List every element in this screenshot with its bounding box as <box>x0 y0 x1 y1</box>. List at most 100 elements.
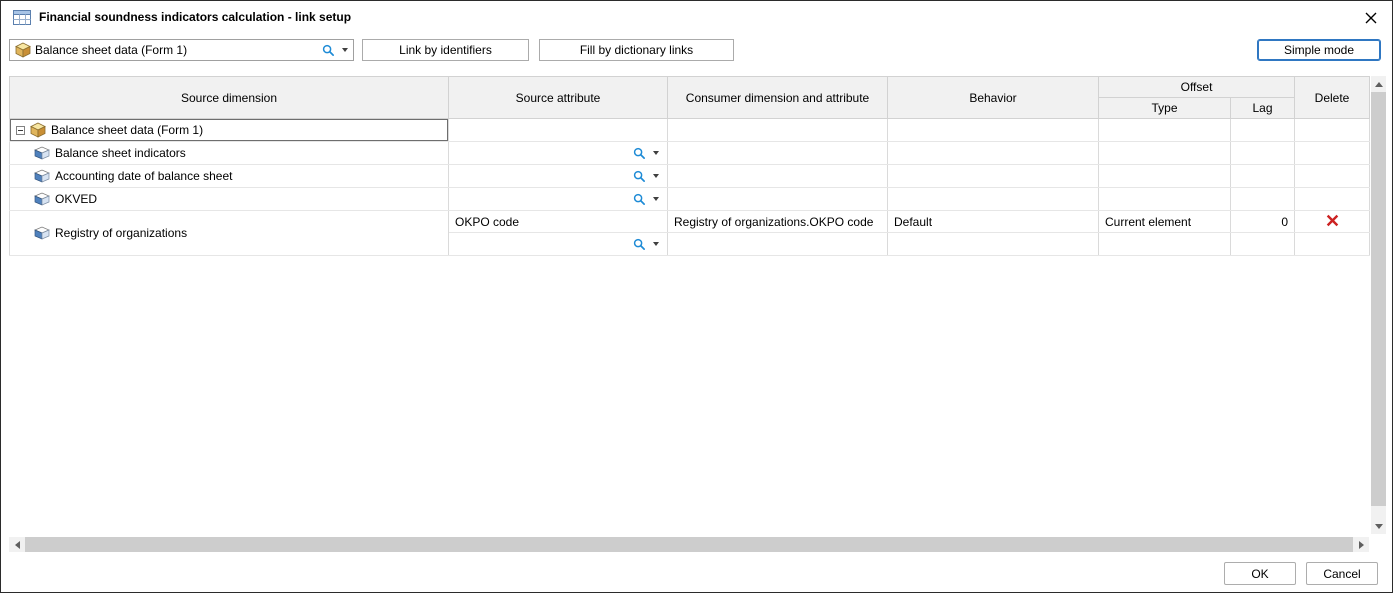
links-grid-container: Source dimension Source attribute Consum… <box>9 76 1370 256</box>
chevron-down-icon[interactable] <box>342 48 348 52</box>
empty-cell[interactable] <box>1231 233 1295 256</box>
search-icon[interactable] <box>633 193 646 206</box>
header-behavior: Behavior <box>888 77 1099 119</box>
titlebar: Financial soundness indicators calculati… <box>1 1 1392 33</box>
empty-cell[interactable] <box>1099 188 1231 211</box>
chevron-down-icon[interactable] <box>653 197 659 201</box>
scroll-down-button[interactable] <box>1371 518 1386 534</box>
source-attribute-picker-cell[interactable] <box>449 142 668 165</box>
collapse-expander-icon[interactable] <box>16 126 25 135</box>
vertical-scroll-thumb[interactable] <box>1371 92 1386 506</box>
cube-icon <box>30 122 46 138</box>
table-row: Balance sheet data (Form 1) <box>10 119 1370 142</box>
ok-button[interactable]: OK <box>1224 562 1296 585</box>
empty-cell[interactable] <box>1231 119 1295 142</box>
delete-link-button[interactable] <box>1295 211 1370 233</box>
empty-cell[interactable] <box>449 119 668 142</box>
header-offset-type: Type <box>1099 98 1231 119</box>
scroll-up-button[interactable] <box>1371 76 1386 92</box>
cell-source-dimension[interactable]: OKVED <box>10 188 449 211</box>
link-by-identifiers-button[interactable]: Link by identifiers <box>362 39 529 61</box>
search-icon[interactable] <box>633 170 646 183</box>
chevron-down-icon[interactable] <box>653 174 659 178</box>
empty-cell[interactable] <box>888 233 1099 256</box>
table-row: Balance sheet indicators <box>10 142 1370 165</box>
empty-cell[interactable] <box>888 165 1099 188</box>
header-source-dimension: Source dimension <box>10 77 449 119</box>
cell-source-dimension[interactable]: Accounting date of balance sheet <box>10 165 449 188</box>
search-icon[interactable] <box>633 238 646 251</box>
cell-offset-type[interactable]: Current element <box>1099 211 1231 233</box>
empty-cell[interactable] <box>1295 188 1370 211</box>
footer: OK Cancel <box>1224 562 1378 585</box>
row-label: Accounting date of balance sheet <box>55 169 232 183</box>
horizontal-scroll-thumb[interactable] <box>25 537 1353 552</box>
row-label: Balance sheet indicators <box>55 146 186 160</box>
empty-cell[interactable] <box>1099 119 1231 142</box>
close-icon <box>1365 12 1377 24</box>
cell-behavior[interactable]: Default <box>888 211 1099 233</box>
simple-mode-button[interactable]: Simple mode <box>1257 39 1381 61</box>
source-cube-combobox[interactable]: Balance sheet data (Form 1) <box>9 39 354 61</box>
empty-cell[interactable] <box>1295 165 1370 188</box>
empty-cell[interactable] <box>668 142 888 165</box>
empty-cell[interactable] <box>1099 165 1231 188</box>
horizontal-scrollbar[interactable] <box>9 537 1369 552</box>
empty-cell[interactable] <box>668 165 888 188</box>
cell-source-dimension[interactable]: Registry of organizations <box>10 211 449 256</box>
header-delete: Delete <box>1295 77 1370 119</box>
search-icon[interactable] <box>322 44 335 57</box>
empty-cell[interactable] <box>888 119 1099 142</box>
arrow-up-icon <box>1375 82 1383 87</box>
empty-cell[interactable] <box>668 188 888 211</box>
cube-icon <box>15 42 31 58</box>
header-offset: Offset <box>1099 77 1295 98</box>
empty-cell[interactable] <box>888 142 1099 165</box>
links-table: Source dimension Source attribute Consum… <box>9 76 1370 256</box>
arrow-right-icon <box>1359 541 1364 549</box>
dimension-icon <box>34 169 50 183</box>
cell-consumer-dimension-attribute[interactable]: Registry of organizations.OKPO code <box>668 211 888 233</box>
app-icon <box>13 10 31 25</box>
combobox-value: Balance sheet data (Form 1) <box>31 43 322 57</box>
header-consumer-dimension: Consumer dimension and attribute <box>668 77 888 119</box>
empty-cell[interactable] <box>668 119 888 142</box>
header-offset-lag: Lag <box>1231 98 1295 119</box>
scroll-left-button[interactable] <box>9 537 25 552</box>
scroll-right-button[interactable] <box>1353 537 1369 552</box>
empty-cell[interactable] <box>1231 142 1295 165</box>
row-label: Registry of organizations <box>55 226 187 240</box>
cell-source-dimension[interactable]: Balance sheet indicators <box>10 142 449 165</box>
empty-cell[interactable] <box>888 188 1099 211</box>
close-button[interactable] <box>1360 8 1382 28</box>
empty-cell[interactable] <box>668 233 888 256</box>
chevron-down-icon[interactable] <box>653 242 659 246</box>
empty-cell[interactable] <box>1099 142 1231 165</box>
dimension-icon <box>34 226 50 240</box>
source-attribute-picker-cell[interactable] <box>449 188 668 211</box>
toolbar: Balance sheet data (Form 1) Link by iden… <box>9 39 1381 61</box>
cell-source-attribute[interactable]: OKPO code <box>449 211 668 233</box>
fill-by-dictionary-links-button[interactable]: Fill by dictionary links <box>539 39 734 61</box>
header-source-attribute: Source attribute <box>449 77 668 119</box>
source-attribute-picker-cell[interactable] <box>449 165 668 188</box>
empty-cell[interactable] <box>1231 165 1295 188</box>
vertical-scrollbar[interactable] <box>1371 76 1386 534</box>
table-row: OKVED <box>10 188 1370 211</box>
dimension-icon <box>34 146 50 160</box>
cell-offset-lag[interactable]: 0 <box>1231 211 1295 233</box>
search-icon[interactable] <box>633 147 646 160</box>
dimension-icon <box>34 192 50 206</box>
row-label: Balance sheet data (Form 1) <box>51 123 203 137</box>
empty-cell[interactable] <box>1295 119 1370 142</box>
empty-cell[interactable] <box>1295 233 1370 256</box>
arrow-left-icon <box>15 541 20 549</box>
cancel-button[interactable]: Cancel <box>1306 562 1378 585</box>
row-label: OKVED <box>55 192 97 206</box>
empty-cell[interactable] <box>1295 142 1370 165</box>
chevron-down-icon[interactable] <box>653 151 659 155</box>
empty-cell[interactable] <box>1231 188 1295 211</box>
source-attribute-picker-cell[interactable] <box>449 233 668 256</box>
empty-cell[interactable] <box>1099 233 1231 256</box>
cell-source-dimension-root[interactable]: Balance sheet data (Form 1) <box>10 119 449 142</box>
